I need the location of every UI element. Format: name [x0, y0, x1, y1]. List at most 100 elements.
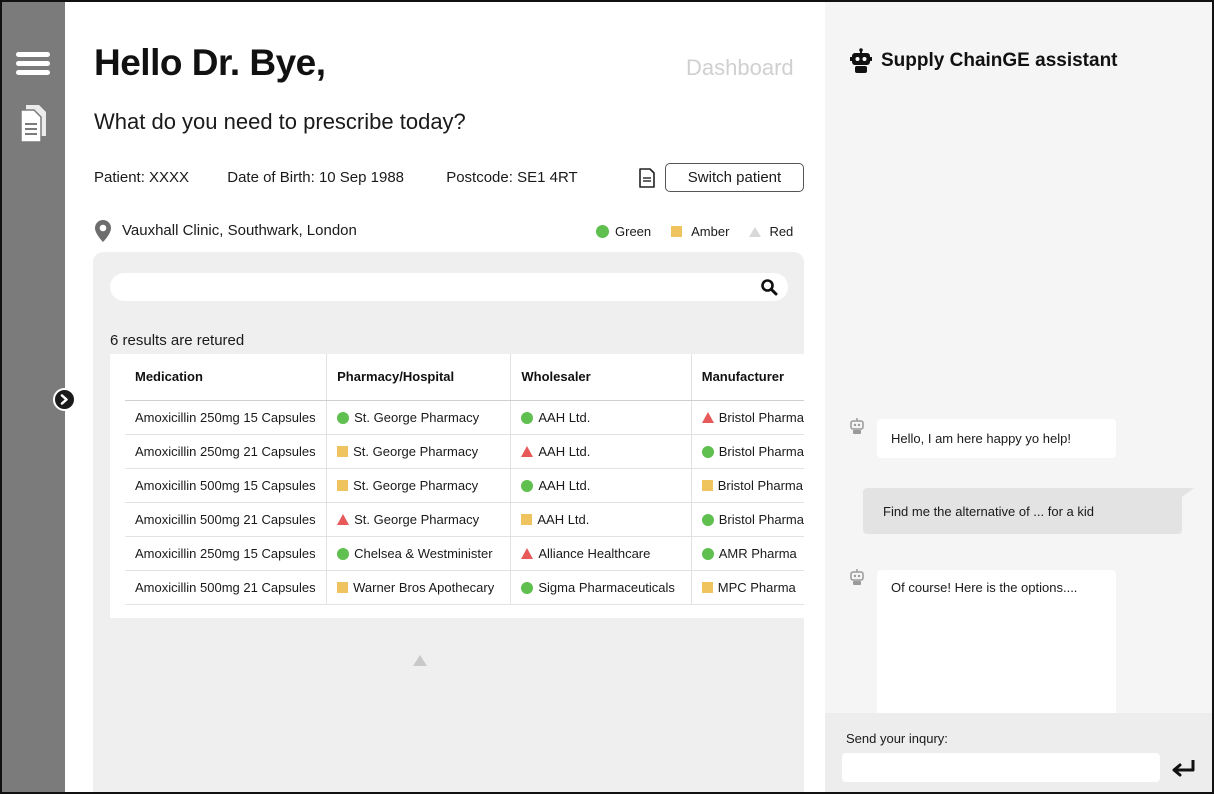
medication-cell-text: Amoxicillin 250mg 15 Capsules	[135, 546, 316, 562]
amber-square-icon	[337, 582, 349, 594]
wholesaler-cell-text: Alliance Healthcare	[538, 546, 651, 562]
green-dot-icon	[521, 581, 534, 594]
results-table-container[interactable]: Medication Pharmacy/Hospital Wholesaler …	[110, 354, 804, 618]
wholesaler-cell-text: Sigma Pharmaceuticals	[538, 580, 675, 596]
pharmacy-cell-text: St. George Pharmacy	[354, 512, 480, 528]
pharmacy-cell: Chelsea & Westminister	[326, 536, 511, 571]
manufacturer-cell: Bristol Pharma	[690, 400, 804, 435]
results-panel: 6 results are retured Medication Pharmac…	[93, 252, 804, 792]
patient-notes-icon[interactable]	[638, 168, 656, 188]
pharmacy-cell: St. George Pharmacy	[326, 400, 511, 435]
green-dot-icon	[701, 445, 714, 458]
page-title: Hello Dr. Bye,	[94, 42, 326, 83]
manufacturer-cell-text: Bristol Pharma	[718, 512, 804, 528]
medication-cell-text: Amoxicillin 250mg 21 Capsules	[135, 444, 316, 460]
patient-postcode: Postcode: SE1 4RT	[446, 169, 578, 186]
inquiry-input[interactable]	[842, 753, 1160, 782]
wholesaler-cell: Sigma Pharmaceuticals	[510, 570, 692, 605]
green-dot-icon	[596, 225, 609, 238]
user-message: Find me the alternative of ... for a kid	[863, 488, 1182, 534]
manufacturer-cell: Bristol Pharma	[690, 434, 804, 469]
robot-icon	[850, 48, 872, 73]
table-row[interactable]: Amoxicillin 500mg 15 Capsules St. George …	[125, 468, 804, 503]
table-row[interactable]: Amoxicillin 250mg 15 Capsules St. George …	[125, 400, 804, 435]
pharmacy-cell-text: St. George Pharmacy	[353, 444, 479, 460]
user-message-text: Find me the alternative of ... for a kid	[883, 503, 1094, 519]
red-triangle-icon	[337, 514, 350, 526]
manufacturer-cell-text: MPC Pharma	[717, 580, 796, 596]
pharmacy-cell-text: Chelsea & Westminister	[354, 546, 493, 562]
pharmacy-cell: St. George Pharmacy	[326, 468, 511, 503]
app-frame: Hello Dr. Bye, Dashboard What do you nee…	[0, 0, 1214, 794]
legend-amber: Amber	[671, 224, 729, 239]
patient-info: Patient: XXXX Date of Birth: 10 Sep 1988…	[94, 169, 578, 186]
red-triangle-icon	[749, 226, 762, 237]
bot-message: Hello, I am here happy yo help!	[877, 419, 1116, 458]
pharmacy-cell-text: St. George Pharmacy	[353, 478, 479, 494]
column-header-medication[interactable]: Medication	[125, 354, 327, 401]
manufacturer-cell: AMR Pharma	[690, 536, 804, 571]
dashboard-link[interactable]: Dashboard	[686, 55, 794, 81]
column-header-pharmacy[interactable]: Pharmacy/Hospital	[326, 354, 511, 401]
enter-send-icon[interactable]	[1169, 756, 1199, 780]
green-dot-icon	[337, 411, 350, 424]
legend-green-label: Green	[615, 224, 652, 239]
red-triangle-icon	[521, 446, 534, 458]
page-subtitle: What do you need to prescribe today?	[94, 109, 466, 134]
green-dot-icon	[521, 411, 534, 424]
amber-square-icon	[671, 226, 683, 237]
medication-cell-text: Amoxicillin 500mg 21 Capsules	[135, 580, 316, 596]
manufacturer-cell-text: Bristol Pharma	[718, 444, 804, 460]
table-body: Amoxicillin 250mg 15 Capsules St. George …	[125, 400, 804, 605]
table-row[interactable]: Amoxicillin 500mg 21 Capsules St. George …	[125, 502, 804, 537]
scroll-up-icon[interactable]	[413, 655, 427, 666]
medication-cell: Amoxicillin 250mg 15 Capsules	[125, 400, 327, 435]
assistant-panel: Supply ChainGE assistant Hello, I am her…	[825, 2, 1212, 792]
medication-cell: Amoxicillin 500mg 21 Capsules	[125, 502, 327, 537]
table-row[interactable]: Amoxicillin 500mg 21 Capsules Warner Bros…	[125, 570, 804, 605]
results-count: 6 results are retured	[110, 332, 245, 349]
assistant-header: Supply ChainGE assistant	[849, 48, 1118, 74]
wholesaler-cell: Alliance Healthcare	[510, 536, 692, 571]
user-message-tail	[1178, 488, 1194, 500]
pharmacy-cell-text: Warner Bros Apothecary	[353, 580, 495, 596]
manufacturer-cell-text: AMR Pharma	[718, 546, 797, 562]
wholesaler-cell-text: AAH Ltd.	[538, 410, 591, 426]
table-header-row: Medication Pharmacy/Hospital Wholesaler …	[125, 354, 804, 401]
wholesaler-cell-text: AAH Ltd.	[537, 512, 590, 528]
medication-cell: Amoxicillin 250mg 15 Capsules	[125, 536, 327, 571]
robot-icon	[850, 418, 864, 434]
switch-patient-button[interactable]: Switch patient	[665, 163, 804, 192]
expand-sidebar-button[interactable]	[53, 388, 76, 411]
search-input[interactable]	[110, 273, 740, 301]
inquiry-box: Send your inqury:	[825, 713, 1212, 792]
manufacturer-cell-text: Bristol Pharma	[717, 478, 803, 494]
bot-message-text: Hello, I am here happy yo help!	[891, 431, 1071, 446]
hamburger-menu-icon[interactable]	[16, 52, 50, 78]
pharmacy-cell: St. George Pharmacy	[326, 502, 511, 537]
search-icon[interactable]	[760, 278, 778, 296]
table-row[interactable]: Amoxicillin 250mg 15 Capsules Chelsea & W…	[125, 536, 804, 571]
bot-message-text: Of course! Here is the options....	[891, 580, 1078, 595]
medication-cell-text: Amoxicillin 500mg 21 Capsules	[135, 512, 316, 528]
patient-name: Patient: XXXX	[94, 169, 190, 186]
column-header-wholesaler[interactable]: Wholesaler	[510, 354, 692, 401]
bot-message: Of course! Here is the options....	[877, 570, 1116, 720]
column-header-manufacturer[interactable]: Manufacturer	[690, 354, 804, 401]
inquiry-label: Send your inqury:	[846, 731, 948, 746]
medication-cell: Amoxicillin 500mg 15 Capsules	[125, 468, 327, 503]
clinic-location: Vauxhall Clinic, Southwark, London	[122, 222, 357, 239]
manufacturer-cell: Bristol Pharma	[690, 468, 804, 503]
documents-icon[interactable]	[17, 102, 51, 144]
green-dot-icon	[521, 479, 534, 492]
amber-square-icon	[701, 480, 713, 492]
green-dot-icon	[701, 547, 714, 560]
red-triangle-icon	[701, 412, 714, 424]
legend-red: Red	[749, 224, 793, 239]
amber-square-icon	[337, 446, 349, 458]
pharmacy-cell: Warner Bros Apothecary	[326, 570, 511, 605]
location-pin-icon	[94, 219, 112, 243]
wholesaler-cell-text: AAH Ltd.	[538, 478, 591, 494]
table-row[interactable]: Amoxicillin 250mg 21 Capsules St. George …	[125, 434, 804, 469]
wholesaler-cell: AAH Ltd.	[510, 434, 692, 469]
